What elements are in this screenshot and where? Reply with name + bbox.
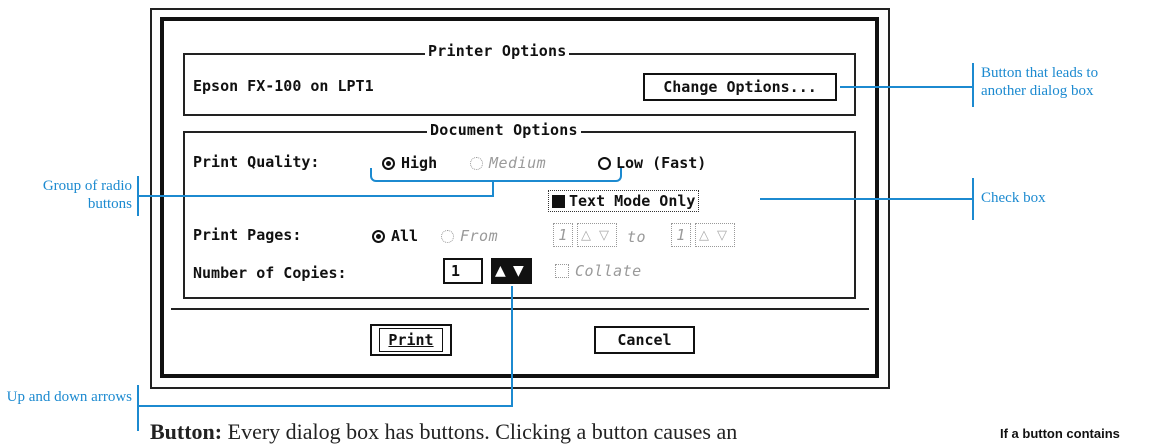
pages-from-radio: From xyxy=(441,227,498,245)
checkbox-disabled-icon xyxy=(555,264,569,278)
print-pages-label: Print Pages: xyxy=(193,226,302,244)
dialog-separator xyxy=(171,308,869,310)
quality-low-label: Low (Fast) xyxy=(616,154,707,172)
printer-options-legend: Printer Options xyxy=(425,42,570,60)
text-mode-label: Text Mode Only xyxy=(569,192,696,210)
cancel-label: Cancel xyxy=(617,331,672,349)
radio-selected-icon xyxy=(372,229,385,243)
up-arrow-icon: △ xyxy=(581,228,591,243)
to-page-arrows: △ ▽ xyxy=(695,223,735,247)
radio-disabled-icon xyxy=(441,229,454,243)
pages-from-label: From xyxy=(460,227,499,245)
checkbox-checked-icon xyxy=(552,194,565,208)
copies-up-down-arrows[interactable]: ▲ ▼ xyxy=(491,258,532,284)
pages-all-label: All xyxy=(391,227,419,245)
callout-line-radio-stem xyxy=(492,181,494,196)
from-page-arrows: △ ▽ xyxy=(577,223,617,247)
callout-bracket-arrows xyxy=(137,385,139,431)
callout-line-radio xyxy=(138,195,494,197)
from-page-field: 1 xyxy=(553,223,573,247)
callout-bracket-change-options xyxy=(972,63,974,107)
to-label: to xyxy=(627,228,647,246)
up-arrow-icon[interactable]: ▲ xyxy=(495,262,506,280)
print-button[interactable]: Print xyxy=(370,324,452,356)
print-quality-label: Print Quality: xyxy=(193,153,320,171)
copies-input[interactable]: 1 xyxy=(443,258,483,284)
callout-radio-group: Group of radio buttons xyxy=(42,178,132,212)
callout-line-arrows-stem xyxy=(511,286,513,406)
radio-group-bracket xyxy=(370,168,622,182)
printer-name: Epson FX-100 on LPT1 xyxy=(193,77,374,95)
side-note: If a button contains xyxy=(1000,426,1120,441)
callout-line-checkbox xyxy=(760,198,972,200)
document-options-legend: Document Options xyxy=(427,121,581,139)
callout-button-dialog: Button that leads to another dialog box xyxy=(981,65,1099,99)
print-label: Print xyxy=(379,328,443,352)
body-term: Button: xyxy=(150,419,223,444)
body-text: Every dialog box has buttons. Clicking a… xyxy=(222,419,738,444)
down-arrow-icon[interactable]: ▼ xyxy=(513,262,524,280)
callout-bracket-checkbox xyxy=(972,178,974,220)
collate-label: Collate xyxy=(575,262,642,280)
callout-line-change-options xyxy=(840,86,972,88)
callout-line-arrows xyxy=(138,405,513,407)
collate-checkbox: Collate xyxy=(555,262,642,280)
text-mode-checkbox[interactable]: Text Mode Only xyxy=(548,190,700,212)
pages-all-radio[interactable]: All xyxy=(372,227,418,245)
callout-bracket-radio xyxy=(137,176,139,216)
change-options-button[interactable]: Change Options... xyxy=(643,73,837,101)
down-arrow-icon: ▽ xyxy=(599,228,609,243)
cancel-button[interactable]: Cancel xyxy=(594,326,695,354)
callout-up-down-arrows: Up and down arrows xyxy=(6,389,132,405)
callout-check-box: Check box xyxy=(981,190,1046,206)
down-arrow-icon: ▽ xyxy=(717,228,727,243)
up-arrow-icon: △ xyxy=(699,228,709,243)
to-page-field: 1 xyxy=(671,223,691,247)
change-options-label: Change Options... xyxy=(663,78,817,96)
copies-label: Number of Copies: xyxy=(193,264,347,282)
body-paragraph: Button: Every dialog box has buttons. Cl… xyxy=(150,419,737,445)
